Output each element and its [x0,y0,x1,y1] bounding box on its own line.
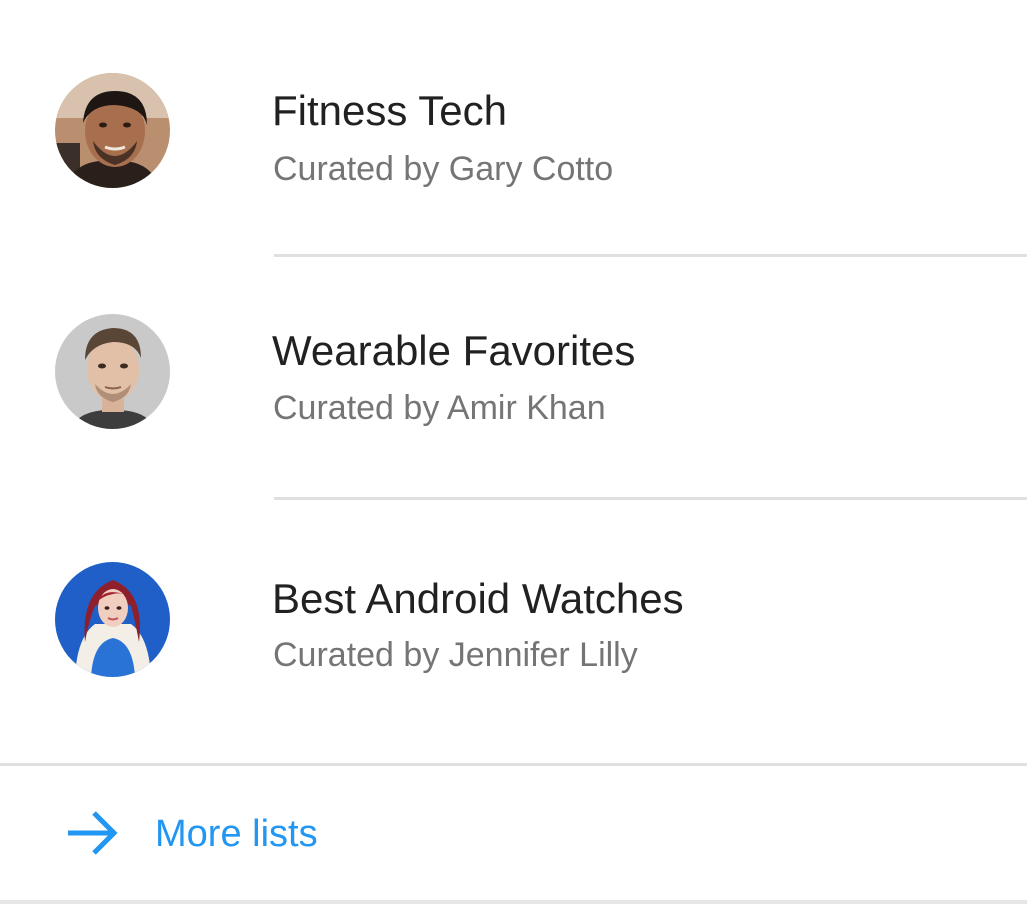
list-item-best-android-watches[interactable]: Best Android Watches Curated by Jennifer… [0,498,1027,738]
curator-avatar [55,562,170,677]
list-curator: Curated by Amir Khan [273,389,606,427]
arrow-right-icon [66,809,120,857]
list-title: Fitness Tech [272,87,507,134]
card-bottom-edge [0,900,1027,904]
list-item-wearable-favorites[interactable]: Wearable Favorites Curated by Amir Khan [0,255,1027,495]
list-title: Wearable Favorites [272,327,636,374]
list-title: Best Android Watches [272,575,684,622]
list-curator: Curated by Gary Cotto [273,150,614,188]
curated-lists-card: Fitness Tech Curated by Gary Cotto Weara… [0,0,1027,904]
curator-avatar [55,73,170,188]
more-lists-button[interactable]: More lists [0,766,1027,900]
more-lists-label: More lists [155,813,318,855]
list-curator: Curated by Jennifer Lilly [273,636,638,674]
curator-avatar [55,314,170,429]
list-item-fitness-tech[interactable]: Fitness Tech Curated by Gary Cotto [0,0,1027,240]
